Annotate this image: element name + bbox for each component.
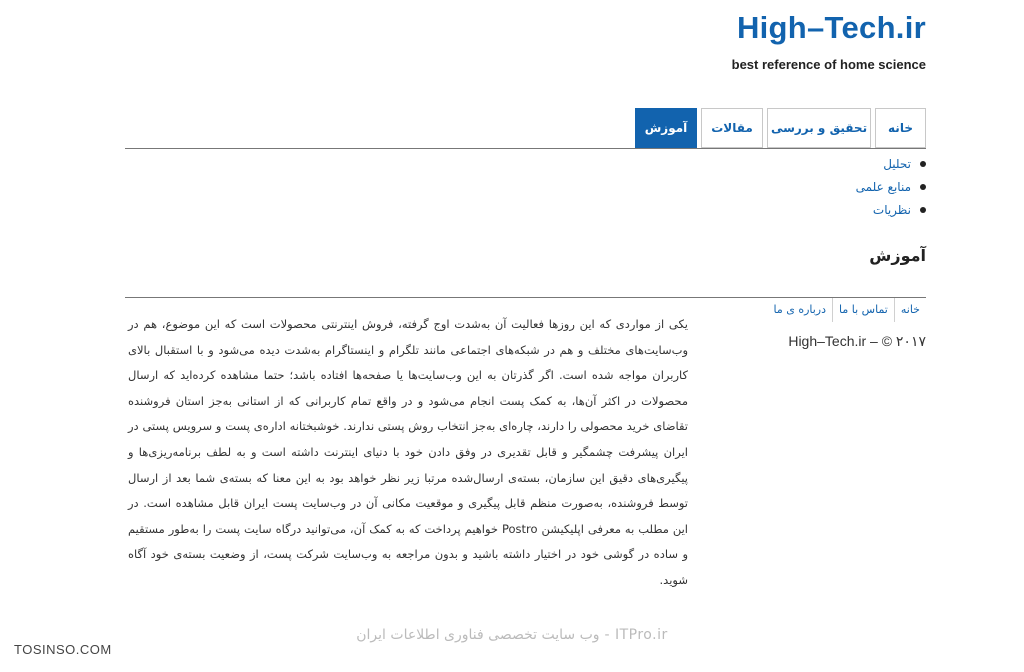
footer-link-home[interactable]: خانه <box>893 298 926 322</box>
subnav-item-analysis[interactable]: تحلیل <box>856 152 926 175</box>
subnav-item-resources[interactable]: منابع علمی <box>856 175 926 198</box>
site-description: best reference of home science <box>731 57 926 72</box>
subnav-item-theories[interactable]: نظریات <box>856 198 926 221</box>
copyright-text: High–Tech.ir – © ۲۰۱۷ <box>788 333 926 349</box>
tab-articles[interactable]: مقالات <box>701 108 763 148</box>
footer-link-contact[interactable]: تماس با ما <box>832 298 894 322</box>
watermark-itpro: ITPro.ir - وب سایت تخصصی فناوری اطلاعات … <box>356 627 668 643</box>
subnav-item-label[interactable]: تحلیل <box>883 155 911 173</box>
tab-research[interactable]: تحقیق و بررسی <box>767 108 871 148</box>
article-body: یکی از مواردی که این روزها فعالیت آن به‌… <box>128 317 688 587</box>
tab-home[interactable]: خانه <box>875 108 926 148</box>
subnav-item-label[interactable]: نظریات <box>873 201 911 219</box>
tabs-divider <box>125 148 926 149</box>
watermark-tosinso: TOSINSO.COM <box>14 642 112 657</box>
footer-link-about[interactable]: درباره ی ما <box>767 298 832 322</box>
main-nav-tabs: خانه تحقیق و بررسی مقالات آموزش <box>635 108 926 148</box>
bullet-icon <box>920 206 926 213</box>
bullet-icon <box>920 160 926 167</box>
subnav-item-label[interactable]: منابع علمی <box>856 178 911 196</box>
sub-navigation: تحلیل منابع علمی نظریات <box>856 152 926 221</box>
footer-links: خانه تماس با ما درباره ی ما <box>767 298 926 322</box>
site-title[interactable]: High–Tech.ir <box>737 10 926 46</box>
tab-tutorial[interactable]: آموزش <box>635 108 697 148</box>
page-title: آموزش <box>869 246 926 265</box>
bullet-icon <box>920 183 926 190</box>
